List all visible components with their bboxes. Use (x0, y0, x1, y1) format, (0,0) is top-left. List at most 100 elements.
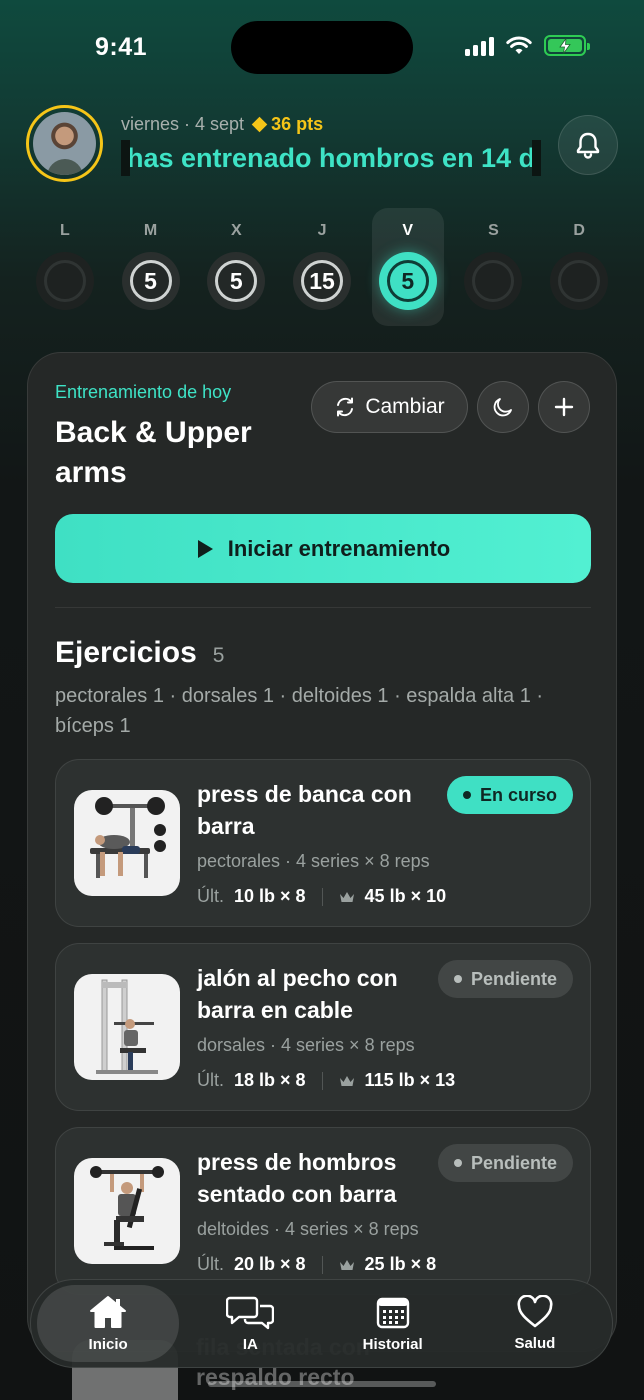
exercise-thumbnail (74, 790, 180, 896)
moon-icon (493, 398, 512, 417)
last-value: 10 lb × 8 (234, 886, 306, 906)
divider (55, 607, 591, 608)
signal-icon (465, 36, 494, 56)
date-label: viernes · 4 sept (121, 114, 245, 134)
day-count (472, 260, 515, 302)
chat-icon (226, 1296, 275, 1330)
tab-label: Historial (362, 1336, 423, 1353)
status-dot-icon (453, 975, 462, 983)
battery-icon (544, 35, 590, 56)
crown-icon (339, 1075, 355, 1087)
exercise-thumbnail (74, 1158, 180, 1264)
best-value: 45 lb × 10 (364, 886, 447, 906)
status-dot-icon (453, 1159, 462, 1167)
last-label: Últ. (197, 1070, 224, 1090)
tab-label: Inicio (88, 1336, 128, 1353)
status-label: Pendiente (470, 968, 557, 989)
change-workout-button[interactable]: Cambiar (311, 381, 468, 433)
status-badge: Pendiente (437, 960, 573, 998)
day-wednesday[interactable]: X 5 (193, 208, 279, 326)
day-letter: D (573, 222, 585, 239)
last-label: Últ. (197, 1254, 224, 1274)
header-meta: viernes · 4 sept 36 pts (121, 114, 323, 135)
status-badge: En curso (446, 776, 573, 814)
day-thursday[interactable]: J 15 (279, 208, 365, 326)
exercise-card[interactable]: press de hombros sentado con barra Pendi… (55, 1127, 591, 1295)
bell-icon (576, 132, 600, 159)
best-value: 115 lb × 13 (364, 1070, 456, 1090)
status-dot-icon (462, 791, 471, 799)
rest-day-button[interactable] (477, 381, 529, 433)
points: 36 pts (251, 114, 324, 135)
day-tuesday[interactable]: M 5 (108, 208, 194, 326)
muscle-summary: pectorales 1 · dorsales 1 · deltoides 1 … (55, 685, 544, 737)
day-count: 15 (301, 260, 344, 302)
notifications-button[interactable] (558, 115, 618, 175)
day-ring (35, 252, 94, 310)
week-strip: L M 5 X 5 J 15 V 5 S D (22, 208, 622, 326)
crown-icon (339, 891, 355, 903)
plus-icon (554, 397, 574, 417)
workout-title: Back & Upper arms (55, 416, 252, 489)
points-label: 36 pts (271, 114, 324, 134)
start-workout-button[interactable]: Iniciar entrenamiento (55, 514, 591, 583)
heart-icon (517, 1295, 553, 1328)
change-workout-label: Cambiar (365, 395, 445, 418)
tab-health[interactable]: Salud (464, 1285, 606, 1362)
day-letter: X (230, 222, 242, 239)
exercise-detail: dorsales · 4 series × 8 reps (197, 1035, 415, 1055)
tab-history[interactable]: Historial (322, 1285, 464, 1362)
day-sunday[interactable]: D (536, 208, 622, 326)
day-letter: M (143, 222, 158, 239)
day-count: 5 (129, 260, 172, 302)
exercise-thumbnail (74, 974, 180, 1080)
start-workout-label: Iniciar entrenamiento (227, 535, 451, 561)
stat-divider (321, 1255, 323, 1274)
day-monday[interactable]: L (22, 208, 108, 326)
exercise-card[interactable]: jalón al pecho con barra en cable Pendie… (55, 943, 591, 1111)
avatar[interactable] (26, 105, 103, 182)
wifi-icon (506, 36, 532, 54)
exercise-detail: pectorales · 4 series × 8 reps (197, 851, 430, 871)
last-value: 18 lb × 8 (234, 1070, 306, 1090)
day-letter: S (488, 222, 499, 239)
add-button[interactable] (538, 381, 590, 433)
stat-divider (321, 887, 323, 906)
tab-bar: Inicio IA Historial Salud (30, 1279, 613, 1368)
day-friday[interactable]: V 5 (365, 208, 451, 326)
home-icon (90, 1296, 127, 1328)
day-count: 5 (215, 260, 258, 302)
streak-ticker: has entrenado hombros en 14 di (121, 140, 541, 176)
day-letter: L (59, 222, 70, 239)
day-saturday[interactable]: S (451, 208, 537, 326)
dynamic-island (231, 21, 413, 74)
play-icon (197, 539, 213, 558)
tab-label: IA (242, 1336, 258, 1353)
last-label: Últ. (197, 886, 224, 906)
status-icons (465, 35, 590, 56)
day-letter: V (402, 222, 414, 239)
crown-icon (339, 1259, 355, 1271)
tab-ai[interactable]: IA (179, 1285, 321, 1362)
status-badge: Pendiente (437, 1144, 573, 1182)
day-ring: 5 (121, 252, 180, 310)
swap-icon (337, 397, 354, 417)
exercise-stats: Últ. 10 lb × 8 45 lb × 10 (197, 886, 446, 907)
day-ring (550, 252, 609, 310)
day-ring (464, 252, 523, 310)
today-workout-card: Entrenamiento de hoy Back & Upper arms C… (27, 352, 617, 1352)
status-label: Pendiente (470, 1152, 557, 1173)
today-label: Entrenamiento de hoy (55, 382, 232, 402)
exercises-header: Ejercicios 5 (55, 636, 224, 670)
exercise-card[interactable]: press de banca con barra En curso pector… (55, 759, 591, 927)
status-label: En curso (479, 784, 557, 805)
tab-home[interactable]: Inicio (37, 1285, 180, 1362)
day-count (43, 260, 86, 302)
tab-label: Salud (514, 1335, 556, 1352)
day-letter: J (317, 222, 327, 239)
exercise-name: press de banca con barra (197, 781, 412, 839)
day-count (558, 260, 601, 302)
home-indicator (208, 1381, 436, 1387)
exercises-title: Ejercicios (55, 636, 197, 669)
stat-divider (321, 1071, 323, 1090)
